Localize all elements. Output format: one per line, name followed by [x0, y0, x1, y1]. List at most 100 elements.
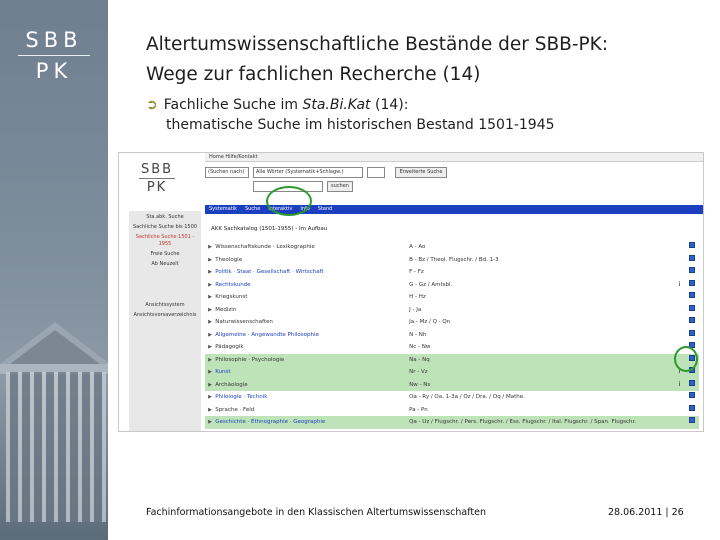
expand-triangle-icon[interactable]: ▶ [205, 266, 215, 279]
catalog-top-nav[interactable]: Home Hilfe/Kontakt [205, 153, 703, 162]
sbb-pk-logo: SBB PK [18, 28, 90, 83]
subject-label[interactable]: Geschichte · Ethnographie · Geographie [215, 416, 410, 429]
subject-code: / Ansichtsbriefe / Kriegs 1870/71 / Welt… [409, 429, 674, 432]
search-submit-button[interactable]: suchen [327, 181, 353, 192]
expand-triangle-icon[interactable]: ▶ [205, 304, 215, 317]
mini-sbb-pk-logo: SBB PK [139, 162, 175, 195]
subject-label[interactable]: Philologie · Technik [215, 391, 409, 404]
expand-triangle-icon[interactable]: ▶ [205, 341, 215, 354]
catalog-entry-icon[interactable] [684, 378, 699, 391]
catalog-entry-icon[interactable] [685, 291, 699, 304]
table-row[interactable]: ▶ Wissenschaftskunde · Lexikographie A - A… [205, 241, 699, 254]
table-row[interactable]: ▶ Kriegskunst H - Hz [205, 291, 699, 304]
table-row[interactable]: ▶ Theologie B - Bz / Theol. Flugschr. / Bd… [205, 254, 699, 267]
catalog-side-nav: Sta.abk. Suche Sachliche Suche bis 1500 Sa… [129, 211, 201, 431]
info-marker [674, 316, 684, 329]
table-row[interactable]: ▶ Kunst Nr - Vz i [205, 366, 699, 379]
expand-triangle-icon[interactable]: ▶ [205, 378, 216, 391]
expand-triangle-icon[interactable]: ▶ [205, 404, 215, 417]
subject-code: J - Ja [409, 306, 422, 313]
catalog-entry-icon[interactable] [685, 429, 699, 432]
highlight-ring-icon [674, 346, 698, 372]
catalog-entry-icon[interactable] [685, 266, 699, 279]
tab-suche[interactable]: Suche [245, 206, 260, 212]
catalog-entry-icon[interactable] [685, 316, 699, 329]
catalog-entry-icon[interactable] [685, 391, 699, 404]
catalog-entry-icon[interactable] [684, 416, 699, 429]
expand-triangle-icon[interactable]: ▶ [205, 391, 215, 404]
side-nav-item[interactable]: Ansichtsvorsaverzeichnis [129, 312, 201, 319]
search-mode-select[interactable]: Alle Wörter (Systematik+Schlagw.) [253, 167, 363, 178]
subject-code: Nr - Vz [409, 366, 675, 379]
subject-label[interactable]: Kriegskunst [215, 291, 409, 304]
side-nav-item[interactable]: Sachliche Suche 1501 - 1955 [129, 234, 201, 248]
side-nav-item[interactable]: Freie Suche [129, 251, 201, 258]
subject-code: Pa - Pn [409, 406, 428, 413]
slide-title: Altertumswissenschaftliche Bestände der … [146, 34, 609, 85]
expand-triangle-icon[interactable]: ▶ [205, 291, 215, 304]
subject-label[interactable]: Medizin [215, 304, 409, 317]
subject-label[interactable]: Philosophie · Psychologie [215, 353, 410, 366]
building-columns-image [6, 372, 106, 522]
expand-triangle-icon[interactable]: ▶ [205, 254, 215, 267]
expand-triangle-icon[interactable]: ▶ [205, 353, 216, 366]
subject-label[interactable]: Theologie [215, 254, 409, 267]
table-row[interactable]: ▶ Philologie · Technik Oa - Ry / Oa. 1-3a … [205, 391, 699, 404]
page-number: 28.06.2011 | 26 [608, 507, 684, 518]
subject-code: F - Fz [409, 269, 424, 275]
table-row[interactable]: ▶ Naturwissenschaften Ja - Mz / Q - Qn [205, 316, 699, 329]
table-row[interactable]: / Ansichtsbriefe / Kriegs 1870/71 / Welt… [205, 429, 699, 432]
subject-label[interactable]: Naturwissenschaften [215, 316, 409, 329]
table-row[interactable]: ▶ Allgemeine · Angewandte Philosophie N - … [205, 329, 699, 342]
subject-label[interactable]: Wissenschaftskunde · Lexikographie [215, 241, 409, 254]
table-row[interactable]: ▶ Pädagogik Nc - Nw [205, 341, 699, 354]
subject-label[interactable]: Pädagogik [215, 341, 409, 354]
side-nav-item[interactable]: Sta.abk. Suche [129, 214, 201, 221]
subject-label[interactable]: Archäologie [215, 378, 410, 391]
subject-code: A - Ao [409, 244, 426, 250]
expand-triangle-icon[interactable]: ▶ [205, 416, 216, 429]
table-row[interactable]: ▶ Geschichte · Ethnographie · Geographie Q… [205, 416, 699, 429]
table-row[interactable]: ▶ Medizin J - Ja [205, 304, 699, 317]
catalog-entry-icon[interactable] [685, 254, 699, 267]
subject-label[interactable]: Politik · Staat · Gesellschaft · Wirtsch… [215, 266, 409, 279]
advanced-search-button[interactable]: Erweiterte Suche [395, 167, 447, 178]
tab-systematik[interactable]: Systematik [209, 206, 237, 212]
info-marker [674, 404, 684, 417]
catalog-entry-icon[interactable] [685, 304, 699, 317]
tab-stand[interactable]: Stand [318, 206, 333, 212]
side-nav-item[interactable]: Sachliche Suche bis 1500 [129, 224, 201, 231]
info-marker [674, 416, 685, 429]
subject-label[interactable]: Allgemeine · Angewandte Philosophie [215, 329, 409, 342]
table-row[interactable]: ▶ Philosophie · Psychologie Na - Nq [205, 353, 699, 366]
bullet-point: ➲ Fachliche Suche im Sta.Bi.Kat (14): the… [146, 97, 555, 133]
info-marker [674, 254, 684, 267]
catalog-screenshot: SBB PK Sta.abk. Suche Sachliche Suche bis… [118, 152, 704, 432]
table-row[interactable]: ▶ Politik · Staat · Gesellschaft · Wirtsc… [205, 266, 699, 279]
catalog-subject-table: ▶ Wissenschaftskunde · Lexikographie A - A… [205, 241, 699, 432]
info-marker [674, 266, 684, 279]
expand-triangle-icon[interactable]: ▶ [205, 329, 215, 342]
catalog-entry-icon[interactable] [685, 279, 699, 292]
subject-code: N - Nh [409, 331, 427, 338]
search-option-select[interactable] [367, 167, 385, 178]
catalog-entry-icon[interactable] [685, 404, 699, 417]
subject-label[interactable] [215, 429, 409, 432]
subject-code: Na - Nq [409, 353, 675, 366]
subject-label[interactable]: Sprache · Feld [215, 404, 409, 417]
subject-label[interactable]: Rechtskunde [215, 279, 409, 292]
side-nav-item[interactable]: Ansichtssystem [129, 302, 201, 309]
subject-label[interactable]: Kunst [215, 366, 410, 379]
expand-triangle-icon[interactable]: ▶ [205, 316, 215, 329]
table-row[interactable]: ▶ Sprache · Feld Pa - Pn [205, 404, 699, 417]
side-nav-item[interactable]: Ab Neuzeit [129, 261, 201, 268]
table-row[interactable]: ▶ Rechtskunde G - Gz / Amtsbl. i [205, 279, 699, 292]
catalog-entry-icon[interactable] [685, 329, 699, 342]
search-scope-select[interactable]: (Suchen nach) [205, 167, 249, 178]
highlight-ring-tab [266, 186, 312, 216]
expand-triangle-icon[interactable]: ▶ [205, 241, 215, 254]
catalog-entry-icon[interactable] [685, 241, 699, 254]
expand-triangle-icon[interactable]: ▶ [205, 279, 215, 292]
expand-triangle-icon[interactable]: ▶ [205, 366, 216, 379]
table-row[interactable]: ▶ Archäologie Nw - Ns i [205, 378, 699, 391]
